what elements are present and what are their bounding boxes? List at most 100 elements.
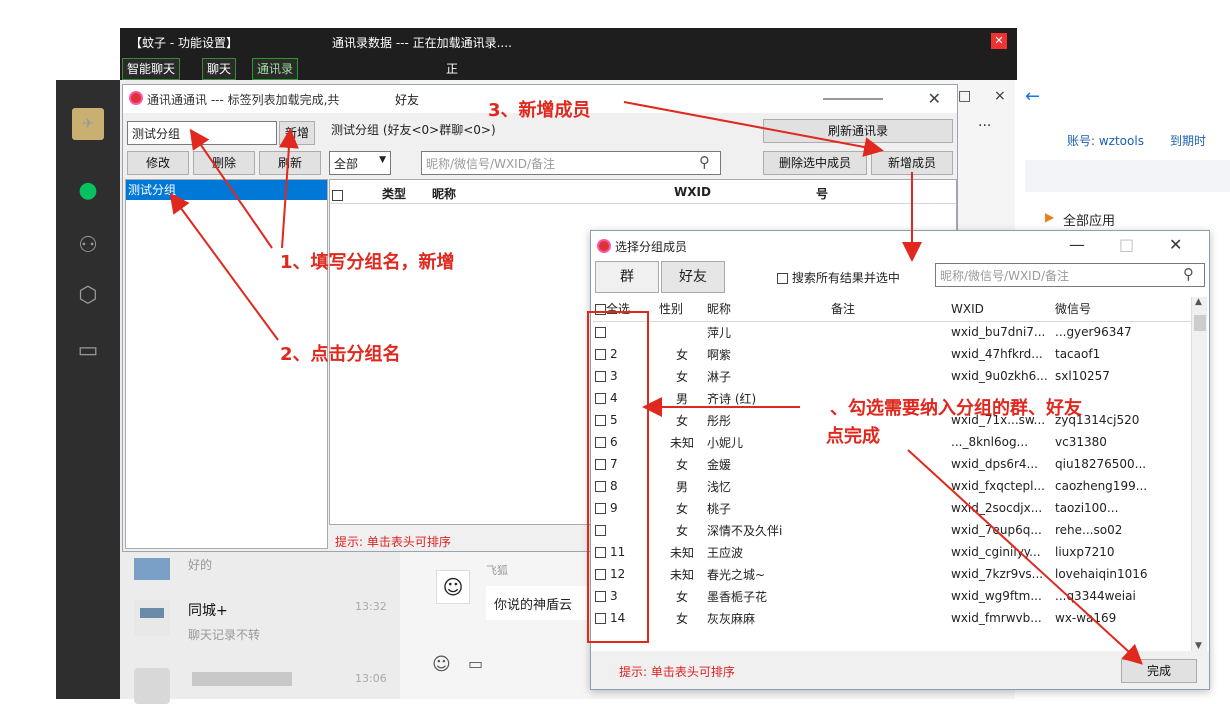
table-row[interactable]: 6 未知 小妮儿 ..._8knl6og... vc31380: [593, 431, 1193, 453]
close-icon[interactable]: ✕: [991, 33, 1007, 49]
row-checkbox[interactable]: [595, 569, 606, 580]
refresh-contacts-button[interactable]: 刷新通讯录: [763, 119, 953, 143]
row-checkbox[interactable]: [595, 393, 606, 404]
row-checkbox[interactable]: [595, 327, 606, 339]
row-checkbox[interactable]: [595, 371, 606, 382]
all-apps-label[interactable]: 全部应用: [1063, 210, 1115, 229]
row-checkbox-cell[interactable]: 12: [593, 563, 657, 585]
maximize-icon[interactable]: □: [1119, 235, 1134, 254]
column-header-wechat-id[interactable]: 微信号: [1053, 297, 1193, 322]
row-checkbox[interactable]: [595, 547, 606, 558]
group-name-input[interactable]: 测试分组: [127, 121, 277, 145]
restore-icon[interactable]: □: [958, 88, 971, 104]
table-row[interactable]: 8 男 浅忆 wxid_fxqctepl... caozheng199...: [593, 475, 1193, 497]
edit-group-button[interactable]: 修改: [127, 151, 189, 175]
search-all-checkbox[interactable]: 搜索所有结果并选中: [777, 269, 900, 286]
row-checkbox-cell[interactable]: 3: [593, 585, 657, 607]
row-checkbox-cell[interactable]: 4: [593, 387, 657, 409]
row-checkbox[interactable]: [595, 525, 606, 536]
minimize-icon[interactable]: [823, 98, 883, 100]
column-header-nickname[interactable]: 昵称: [432, 185, 456, 202]
row-checkbox[interactable]: [595, 349, 606, 360]
more-icon[interactable]: ···: [978, 118, 991, 134]
add-group-button[interactable]: 新增: [279, 121, 315, 145]
column-header-nickname[interactable]: 昵称: [705, 297, 829, 322]
table-row[interactable]: 3 女 墨香栀子花 wxid_wg9ftm... ...q3344weiai: [593, 585, 1193, 607]
close-icon[interactable]: ✕: [1169, 235, 1182, 254]
search-icon[interactable]: ⚲: [1183, 265, 1194, 283]
tab-smart-chat[interactable]: 智能聊天: [122, 58, 181, 80]
cube-icon[interactable]: ⬡: [72, 280, 104, 312]
row-checkbox-cell[interactable]: 8: [593, 475, 657, 497]
scroll-up-icon[interactable]: ▲: [1195, 297, 1202, 307]
table-row[interactable]: 14 女 灰灰麻麻 wxid_fmrwvb... wx-wa169: [593, 607, 1193, 629]
folder-icon[interactable]: ▭: [72, 335, 104, 367]
tab-friends[interactable]: 好友: [661, 261, 725, 293]
row-checkbox[interactable]: [595, 459, 606, 470]
row-checkbox-cell[interactable]: 11: [593, 541, 657, 563]
tab-groups[interactable]: 群: [595, 261, 659, 293]
select-all-checkbox[interactable]: [595, 304, 606, 316]
row-checkbox-cell[interactable]: 2: [593, 343, 657, 365]
row-checkbox[interactable]: [595, 481, 606, 492]
row-checkbox-cell[interactable]: 14: [593, 607, 657, 629]
row-checkbox-cell[interactable]: 7: [593, 453, 657, 475]
nickname-cell: 深情不及久伴i: [707, 523, 783, 538]
row-checkbox-cell[interactable]: 5: [593, 409, 657, 431]
table-row[interactable]: 女 深情不及久伴i wxid_7eup6q... rehe...so02: [593, 519, 1193, 541]
chat-icon[interactable]: ●: [72, 175, 104, 207]
table-row[interactable]: 萍儿 wxid_bu7dni7... ...gyer96347: [593, 321, 1193, 343]
column-header-wechat-id[interactable]: 号: [816, 185, 828, 202]
filter-select[interactable]: 全部 ▼: [329, 151, 391, 175]
tab-chat[interactable]: 聊天: [202, 58, 237, 80]
emoji-icon[interactable]: ☺: [432, 654, 451, 675]
row-checkbox-cell[interactable]: 6: [593, 431, 657, 453]
table-row[interactable]: 12 未知 春光之城~ wxid_7kzr9vs... lovehaiqin1016: [593, 563, 1193, 585]
row-checkbox[interactable]: [595, 437, 606, 448]
search-input[interactable]: 昵称/微信号/WXID/备注: [421, 151, 721, 175]
row-checkbox-cell[interactable]: 9: [593, 497, 657, 519]
column-header-gender[interactable]: 性别: [657, 297, 705, 322]
search-bar[interactable]: [1025, 160, 1230, 192]
column-header-wxid[interactable]: WXID: [949, 297, 1053, 322]
table-row[interactable]: 7 女 金媛 wxid_dps6r4... qiu18276500...: [593, 453, 1193, 475]
table-row[interactable]: 11 未知 王应波 wxid_cginiiyy... liuxp7210: [593, 541, 1193, 563]
close-icon[interactable]: ✕: [928, 89, 941, 108]
scrollbar-thumb[interactable]: [1194, 315, 1206, 331]
row-checkbox-cell[interactable]: 3: [593, 365, 657, 387]
column-header-type[interactable]: 类型: [382, 185, 406, 202]
refresh-group-button[interactable]: 刷新: [259, 151, 321, 175]
wxid-cell: wxid_fmrwvb...: [951, 611, 1042, 625]
vertical-scrollbar[interactable]: ▲ ▼: [1191, 297, 1207, 651]
chat-name[interactable]: 同城+: [188, 600, 228, 620]
table-row[interactable]: 9 女 桃子 wxid_2socdjx... taozi100...: [593, 497, 1193, 519]
select-all-header[interactable]: 全选: [593, 297, 657, 322]
row-number: 7: [610, 457, 618, 471]
close-icon[interactable]: ×: [994, 88, 1006, 104]
row-checkbox-cell[interactable]: [593, 519, 657, 541]
minimize-icon[interactable]: —: [1069, 235, 1085, 254]
folder-icon[interactable]: ▭: [468, 654, 483, 673]
row-checkbox[interactable]: [595, 591, 606, 602]
back-arrow-icon[interactable]: ←: [1025, 86, 1040, 107]
wechat-id-cell: sxl10257: [1055, 369, 1110, 383]
table-row[interactable]: 2 女 啊紫 wxid_47hfkrd... tacaof1: [593, 343, 1193, 365]
delete-group-button[interactable]: 删除: [193, 151, 255, 175]
done-button[interactable]: 完成: [1121, 659, 1197, 683]
tab-contacts[interactable]: 通讯录: [252, 58, 299, 80]
row-checkbox[interactable]: [595, 415, 606, 426]
delete-selected-button[interactable]: 删除选中成员: [763, 151, 867, 175]
table-row[interactable]: 3 女 淋子 wxid_9u0zkh6... sxl10257: [593, 365, 1193, 387]
row-checkbox[interactable]: [595, 613, 606, 624]
member-search-input[interactable]: 昵称/微信号/WXID/备注: [935, 263, 1205, 287]
row-checkbox-cell[interactable]: [593, 321, 657, 343]
add-member-button[interactable]: 新增成员: [871, 151, 953, 175]
contacts-icon[interactable]: ⚇: [72, 230, 104, 262]
row-checkbox[interactable]: [595, 503, 606, 514]
scroll-down-icon[interactable]: ▼: [1195, 641, 1202, 651]
group-item[interactable]: 测试分组: [126, 180, 327, 200]
column-header-wxid[interactable]: WXID: [674, 185, 711, 199]
column-header-remark[interactable]: 备注: [829, 297, 949, 322]
user-avatar[interactable]: ✈: [72, 108, 104, 140]
search-icon[interactable]: ⚲: [699, 153, 710, 171]
